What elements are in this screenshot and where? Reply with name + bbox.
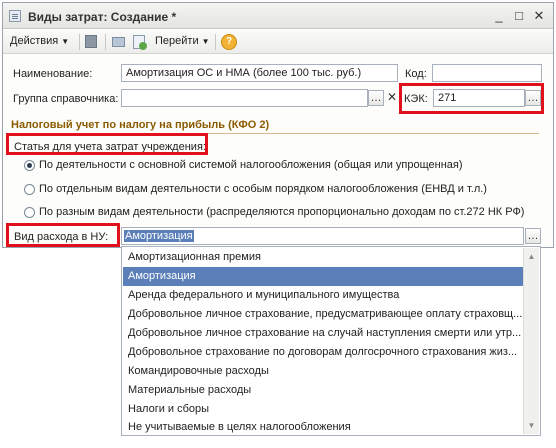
radio-proportional-label: По разным видам деятельности (распределя… xyxy=(39,206,525,218)
title-bar: Виды затрат: Создание * _ □ ✕ xyxy=(3,3,553,29)
toolbar: Действия ▼ Перейти ▼ ? xyxy=(3,30,553,54)
code-label: Код: xyxy=(405,68,427,80)
expense-field[interactable]: Амортизация xyxy=(121,227,524,245)
new-document-icon[interactable] xyxy=(131,34,147,50)
list-item[interactable]: Не учитываемые в целях налогообложения xyxy=(123,419,523,435)
section-title: Налоговый учет по налогу на прибыль (КФО… xyxy=(11,119,270,131)
expense-dropdown-list: Амортизационная премия Амортизация Аренд… xyxy=(121,246,541,436)
group-field[interactable] xyxy=(121,89,368,107)
close-button[interactable]: ✕ xyxy=(531,8,547,24)
actions-menu[interactable]: Действия ▼ xyxy=(10,35,69,47)
scroll-down-icon[interactable]: ▼ xyxy=(526,420,537,431)
highlight-frame xyxy=(6,223,120,247)
radio-special-taxation[interactable] xyxy=(24,184,35,195)
actions-label: Действия xyxy=(10,35,59,47)
name-label: Наименование: xyxy=(13,68,93,80)
save-icon[interactable] xyxy=(83,34,99,50)
list-item[interactable]: Командировочные расходы xyxy=(123,362,523,381)
chevron-down-icon: ▼ xyxy=(201,37,210,46)
list-item[interactable]: Аренда федерального и муниципального иму… xyxy=(123,286,523,305)
group-label: Группа справочника: xyxy=(13,93,119,105)
list-item[interactable]: Добровольное личное страхование, предусм… xyxy=(123,305,523,324)
list-item[interactable]: Амортизационная премия xyxy=(123,248,523,267)
minimize-button[interactable]: _ xyxy=(491,8,507,24)
highlight-frame xyxy=(399,83,544,114)
list-item[interactable]: Материальные расходы xyxy=(123,381,523,400)
expense-select-button[interactable]: … xyxy=(525,228,541,244)
clear-icon[interactable]: ✕ xyxy=(384,90,400,106)
name-field[interactable]: Амортизация ОС и НМА (более 100 тыс. руб… xyxy=(121,64,398,82)
goto-menu[interactable]: Перейти ▼ xyxy=(155,35,210,47)
copy-icon[interactable] xyxy=(111,34,127,50)
radio-main-taxation[interactable] xyxy=(24,160,35,171)
list-item[interactable]: Добровольное страхование по договорам до… xyxy=(123,343,523,362)
list-item[interactable]: Амортизация xyxy=(123,267,523,286)
highlight-frame xyxy=(6,133,208,155)
radio-main-taxation-label: По деятельности с основной системой нало… xyxy=(39,159,463,171)
toolbar-divider xyxy=(79,34,80,50)
list-item[interactable]: Добровольное личное страхование на случа… xyxy=(123,324,523,343)
code-field[interactable] xyxy=(432,64,542,82)
maximize-button[interactable]: □ xyxy=(511,8,527,24)
dropdown-scrollbar[interactable]: ▲ ▼ xyxy=(523,248,539,434)
chevron-down-icon: ▼ xyxy=(61,37,70,46)
toolbar-divider xyxy=(215,34,216,50)
goto-label: Перейти xyxy=(155,35,199,47)
window-title: Виды затрат: Создание * xyxy=(28,10,177,24)
group-select-button[interactable]: … xyxy=(368,90,384,106)
help-icon[interactable]: ? xyxy=(221,34,237,50)
radio-special-taxation-label: По отдельным видам деятельности с особым… xyxy=(39,183,487,195)
list-item[interactable]: Налоги и сборы xyxy=(123,400,523,419)
radio-proportional[interactable] xyxy=(24,207,35,218)
scroll-up-icon[interactable]: ▲ xyxy=(526,251,537,262)
expense-value: Амортизация xyxy=(124,230,194,242)
form-icon xyxy=(9,10,21,22)
toolbar-divider xyxy=(105,34,106,50)
